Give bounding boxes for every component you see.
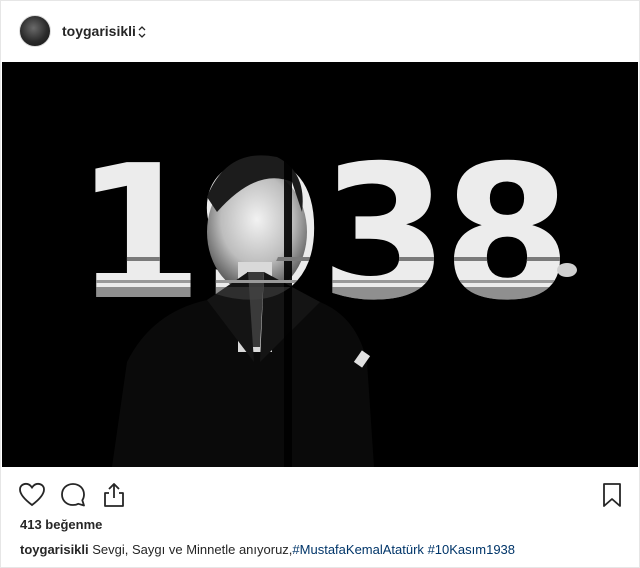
- post-card: toygarisikli 1938 1938: [0, 0, 640, 568]
- caption-username[interactable]: toygarisikli: [20, 542, 89, 557]
- share-icon[interactable]: [100, 481, 128, 509]
- post-header: toygarisikli: [1, 1, 639, 61]
- username-link[interactable]: toygarisikli: [62, 23, 136, 39]
- hashtag-link[interactable]: #MustafaKemalAtatürk: [292, 542, 424, 557]
- heart-icon[interactable]: [18, 481, 46, 509]
- caption: toygarisikli Sevgi, Saygı ve Minnetle an…: [20, 542, 515, 557]
- avatar[interactable]: [19, 15, 51, 47]
- likes-count[interactable]: 413 beğenme: [20, 517, 102, 532]
- chevron-updown-icon[interactable]: [137, 25, 147, 39]
- hashtag-link[interactable]: #10Kasım1938: [428, 542, 515, 557]
- action-bar: [1, 473, 639, 513]
- caption-text: Sevgi, Saygı ve Minnetle anıyoruz,: [88, 542, 293, 557]
- bookmark-icon[interactable]: [598, 481, 626, 509]
- comment-bubble-icon[interactable]: [59, 481, 87, 509]
- post-image[interactable]: 1938 1938: [2, 62, 638, 467]
